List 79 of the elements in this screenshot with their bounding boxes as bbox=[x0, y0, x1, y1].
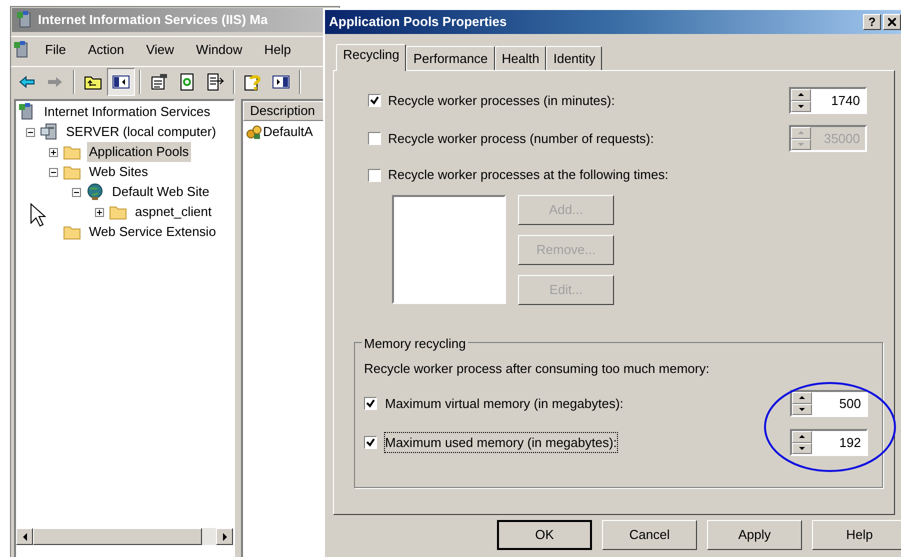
triangle-icon bbox=[799, 446, 805, 450]
pane-toggle-icon bbox=[272, 72, 290, 90]
left-arrow-icon bbox=[22, 532, 28, 540]
checkmark-icon bbox=[370, 96, 379, 105]
scroll-thumb[interactable] bbox=[33, 528, 202, 545]
triangle-icon bbox=[799, 396, 805, 400]
spin-down-button[interactable] bbox=[792, 404, 812, 415]
close-button[interactable] bbox=[883, 14, 901, 30]
window-title: Application Pools Properties bbox=[329, 13, 508, 32]
dialog-button[interactable]: Apply bbox=[707, 520, 802, 550]
collapse-icon[interactable] bbox=[49, 168, 58, 176]
tree-item[interactable]: Internet Information Services bbox=[42, 102, 212, 122]
server-icon bbox=[40, 123, 58, 141]
globe-icon bbox=[86, 183, 104, 201]
tree-item[interactable]: Web Service Extensio bbox=[87, 222, 218, 242]
pointer-icon bbox=[30, 203, 46, 227]
help-icon bbox=[244, 72, 262, 90]
window-title: Internet Information Services (IIS) Ma bbox=[38, 11, 268, 30]
checkbox-label: Maximum used memory (in megabytes): bbox=[384, 432, 618, 454]
tree-item[interactable]: Default Web Site bbox=[110, 182, 212, 202]
triangle-icon bbox=[799, 408, 805, 411]
number-field[interactable]: 500 bbox=[790, 390, 868, 417]
properties-icon bbox=[150, 72, 168, 90]
tree-item[interactable]: Web Sites bbox=[87, 162, 150, 182]
expand-icon[interactable] bbox=[95, 208, 104, 216]
tab[interactable]: Identity bbox=[546, 46, 602, 70]
checkbox[interactable] bbox=[368, 168, 381, 182]
menu-item[interactable]: View bbox=[146, 40, 174, 60]
tree-item[interactable]: aspnet_client bbox=[133, 202, 214, 222]
checkbox-label: Recycle worker processes (in minutes): bbox=[388, 92, 616, 110]
spin-down-button[interactable] bbox=[792, 442, 812, 454]
checkbox[interactable] bbox=[364, 397, 377, 410]
collapse-icon[interactable] bbox=[26, 128, 35, 136]
pane-toggle-icon bbox=[112, 72, 130, 90]
toolbar-button[interactable] bbox=[107, 68, 135, 96]
menu-item[interactable]: Action bbox=[88, 40, 124, 60]
triangle-icon bbox=[798, 131, 804, 134]
number-field[interactable]: 192 bbox=[790, 429, 868, 456]
time-list[interactable] bbox=[392, 195, 506, 304]
dialog-button[interactable]: Help bbox=[812, 520, 901, 550]
checkbox[interactable] bbox=[364, 436, 377, 449]
expand-icon[interactable] bbox=[49, 148, 58, 156]
right-arrow-icon bbox=[222, 532, 228, 540]
spin-up-button[interactable] bbox=[791, 89, 811, 100]
triangle-icon bbox=[798, 142, 804, 146]
menu-item[interactable]: Help bbox=[264, 40, 292, 60]
scroll-right-button[interactable] bbox=[216, 528, 233, 545]
checkmark-icon bbox=[366, 399, 375, 408]
triangle-icon bbox=[798, 93, 804, 96]
checkmark-icon bbox=[366, 438, 375, 447]
checkbox-label: Recycle worker process (number of requests): bbox=[388, 130, 655, 148]
gears-icon bbox=[245, 123, 263, 141]
tree-item[interactable]: SERVER (local computer) bbox=[64, 122, 218, 142]
horizontal-scrollbar[interactable] bbox=[16, 528, 233, 545]
tab[interactable]: Recycling bbox=[336, 44, 406, 71]
list-item[interactable]: DefaultA bbox=[263, 122, 313, 142]
tab[interactable]: Health bbox=[494, 46, 546, 70]
tab[interactable]: Performance bbox=[406, 46, 495, 70]
close-icon bbox=[888, 18, 896, 26]
spin-up-button[interactable] bbox=[792, 431, 812, 442]
dialog-button[interactable]: OK bbox=[497, 520, 592, 550]
dialog-button[interactable]: Cancel bbox=[602, 520, 697, 550]
menu-item[interactable]: Window bbox=[196, 40, 242, 60]
triangle-icon bbox=[798, 104, 804, 108]
triangle-icon bbox=[799, 435, 805, 438]
help-button[interactable]: ? bbox=[863, 14, 881, 30]
scroll-left-button[interactable] bbox=[16, 528, 33, 545]
number-field[interactable]: 1740 bbox=[789, 87, 867, 114]
checkbox[interactable] bbox=[368, 94, 381, 107]
export-list-icon bbox=[206, 72, 224, 90]
spin-down-button[interactable] bbox=[791, 100, 811, 112]
checkbox-label: Maximum virtual memory (in megabytes): bbox=[384, 394, 624, 413]
menu-item[interactable]: File bbox=[45, 40, 66, 60]
refresh-icon bbox=[178, 72, 196, 90]
spin-up-button[interactable] bbox=[792, 392, 812, 404]
collapse-icon[interactable] bbox=[72, 188, 81, 196]
description-text: Recycle worker process after consuming too much memory: bbox=[364, 360, 710, 378]
tree-item[interactable]: Application Pools bbox=[87, 142, 191, 162]
checkbox-label: Recycle worker processes at the following times: bbox=[388, 166, 668, 184]
